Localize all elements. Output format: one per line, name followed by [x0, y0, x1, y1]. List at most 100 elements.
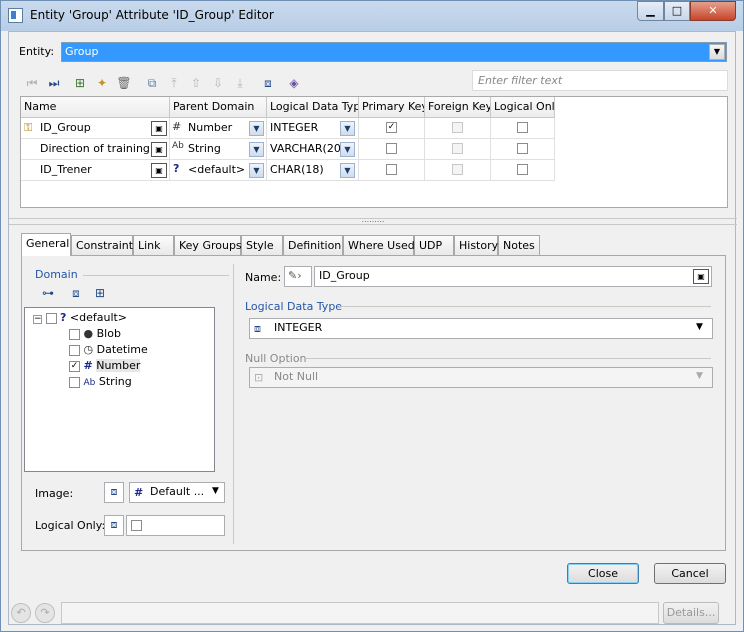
- edit-cell-icon[interactable]: ▣: [151, 142, 167, 157]
- tab-where-used[interactable]: Where Used: [343, 235, 415, 255]
- clock-icon: ◷: [83, 343, 94, 356]
- table-cell[interactable]: CHAR(18) ▼: [267, 160, 359, 181]
- tree-checkbox[interactable]: [69, 376, 80, 388]
- column-header-primary-key[interactable]: Primary Key: [359, 97, 425, 118]
- copy-attribute-icon[interactable]: ⧉: [143, 74, 161, 92]
- edit-name-icon[interactable]: ▣: [693, 269, 709, 284]
- undo-icon[interactable]: ↶: [11, 603, 31, 623]
- entity-select[interactable]: Group ▼: [61, 42, 727, 62]
- domain-icon[interactable]: ⧈: [67, 284, 85, 302]
- properties-icon[interactable]: ◈: [285, 74, 303, 92]
- minimize-button[interactable]: ▁: [637, 1, 664, 21]
- tab-notes[interactable]: Notes: [498, 235, 540, 255]
- move-up-icon[interactable]: ⇧: [187, 74, 205, 92]
- last-record-icon[interactable]: ⏭: [45, 74, 63, 92]
- details-button: Details...: [663, 602, 719, 624]
- tab-link[interactable]: Link: [133, 235, 174, 255]
- tree-checkbox[interactable]: [69, 344, 80, 356]
- table-row[interactable]: ID_Trener ▣: [21, 160, 170, 181]
- cell-parent-domain: Number: [188, 121, 233, 134]
- tree-checkbox[interactable]: [69, 328, 80, 340]
- logical-data-type-title: Logical Data Type: [245, 300, 343, 313]
- column-header-parent-domain[interactable]: Parent Domain: [170, 97, 267, 118]
- tab-key-groups[interactable]: Key Groups: [174, 235, 242, 255]
- tab-definition[interactable]: Definition: [283, 235, 343, 255]
- string-domain-icon: Ab: [83, 378, 96, 388]
- logical-only-checkbox[interactable]: [517, 122, 528, 133]
- logical-only-browse-icon[interactable]: ⧈: [104, 515, 124, 536]
- logical-only-checkbox[interactable]: [517, 164, 528, 175]
- logical-only-checkbox[interactable]: [131, 520, 142, 531]
- table-row[interactable]: Direction of training ▣: [21, 139, 170, 160]
- maximize-button[interactable]: □: [664, 1, 690, 21]
- tree-item-default[interactable]: − ? <default>: [33, 311, 127, 327]
- tab-constraint[interactable]: Constraint: [71, 235, 133, 255]
- domain-icon[interactable]: ⧈: [259, 74, 277, 92]
- domain-tree-icon[interactable]: ⊞: [91, 284, 109, 302]
- tab-style[interactable]: Style: [241, 235, 283, 255]
- tab-general[interactable]: General: [21, 233, 71, 256]
- panel-splitter[interactable]: .........: [9, 216, 737, 225]
- tree-checkbox[interactable]: ✓: [69, 360, 80, 372]
- tree-item-datetime[interactable]: ◷ Datetime: [69, 343, 148, 359]
- table-cell[interactable]: ? <default> ▼: [170, 160, 267, 181]
- edit-cell-icon[interactable]: ▣: [151, 163, 167, 178]
- table-cell[interactable]: INTEGER ▼: [267, 118, 359, 139]
- image-select[interactable]: # Default ... ▼: [129, 482, 225, 503]
- move-bottom-icon[interactable]: ⤓: [231, 74, 249, 92]
- chevron-down-icon[interactable]: ▼: [340, 163, 355, 178]
- null-option-value: Not Null: [274, 370, 319, 383]
- primary-key-checkbox[interactable]: ✓: [386, 122, 397, 133]
- first-record-icon[interactable]: ⏮: [23, 74, 41, 92]
- column-header-foreign-key[interactable]: Foreign Key: [425, 97, 491, 118]
- tree-item-label: Number: [96, 359, 141, 372]
- tree-view-icon[interactable]: ⊞: [71, 74, 89, 92]
- primary-key-checkbox[interactable]: [386, 164, 397, 175]
- logical-only-label: Logical Only:: [35, 519, 106, 532]
- logical-data-type-select[interactable]: ⧈ INTEGER ▼: [249, 318, 713, 339]
- tree-checkbox[interactable]: [45, 312, 57, 324]
- image-browse-icon[interactable]: ⧈: [104, 482, 124, 503]
- window-title: Entity 'Group' Attribute 'ID_Group' Edit…: [30, 8, 274, 22]
- new-attribute-icon[interactable]: ✦: [93, 74, 111, 92]
- table-row[interactable]: ⚿ ID_Group ▣: [21, 118, 170, 139]
- close-window-button[interactable]: ✕: [690, 1, 736, 21]
- hierarchy-icon[interactable]: ⊶: [39, 284, 57, 302]
- rename-icon[interactable]: ✎›: [284, 266, 312, 287]
- column-header-data-type[interactable]: Logical Data Type: [267, 97, 359, 118]
- string-domain-icon: Ab: [172, 141, 184, 151]
- tab-udp[interactable]: UDP: [414, 235, 454, 255]
- tree-item-blob[interactable]: ● Blob: [69, 327, 121, 343]
- close-button[interactable]: Close: [567, 563, 639, 584]
- chevron-down-icon[interactable]: ▼: [212, 486, 219, 496]
- edit-cell-icon[interactable]: ▣: [151, 121, 167, 136]
- cancel-button[interactable]: Cancel: [654, 563, 726, 584]
- delete-icon[interactable]: 🗑: [115, 74, 133, 92]
- table-cell: [425, 139, 491, 160]
- chevron-down-icon[interactable]: ▼: [249, 142, 264, 157]
- redo-icon[interactable]: ↷: [35, 603, 55, 623]
- tab-history[interactable]: History: [454, 235, 498, 255]
- cell-data-type: VARCHAR(20): [270, 142, 346, 155]
- chevron-down-icon[interactable]: ▼: [696, 322, 703, 332]
- chevron-down-icon[interactable]: ▼: [340, 142, 355, 157]
- tree-item-string[interactable]: Ab String: [69, 375, 132, 391]
- column-header-logical-only[interactable]: Logical Only: [491, 97, 555, 118]
- chevron-down-icon[interactable]: ▼: [249, 121, 264, 136]
- chevron-down-icon[interactable]: ▼: [249, 163, 264, 178]
- filter-input[interactable]: Enter filter text: [472, 70, 728, 91]
- chevron-down-icon[interactable]: ▼: [340, 121, 355, 136]
- collapse-icon[interactable]: −: [33, 315, 42, 324]
- tree-item-number[interactable]: ✓ # Number: [69, 359, 141, 375]
- logical-only-checkbox[interactable]: [517, 143, 528, 154]
- table-cell[interactable]: VARCHAR(20) ▼: [267, 139, 359, 160]
- vertical-splitter[interactable]: [233, 264, 234, 544]
- table-cell[interactable]: Ab String ▼: [170, 139, 267, 160]
- move-top-icon[interactable]: ⤒: [165, 74, 183, 92]
- chevron-down-icon[interactable]: ▼: [709, 44, 725, 60]
- name-field[interactable]: ID_Group ▣: [314, 266, 712, 287]
- column-header-name[interactable]: Name: [21, 97, 170, 118]
- move-down-icon[interactable]: ⇩: [209, 74, 227, 92]
- primary-key-checkbox[interactable]: [386, 143, 397, 154]
- table-cell[interactable]: # Number ▼: [170, 118, 267, 139]
